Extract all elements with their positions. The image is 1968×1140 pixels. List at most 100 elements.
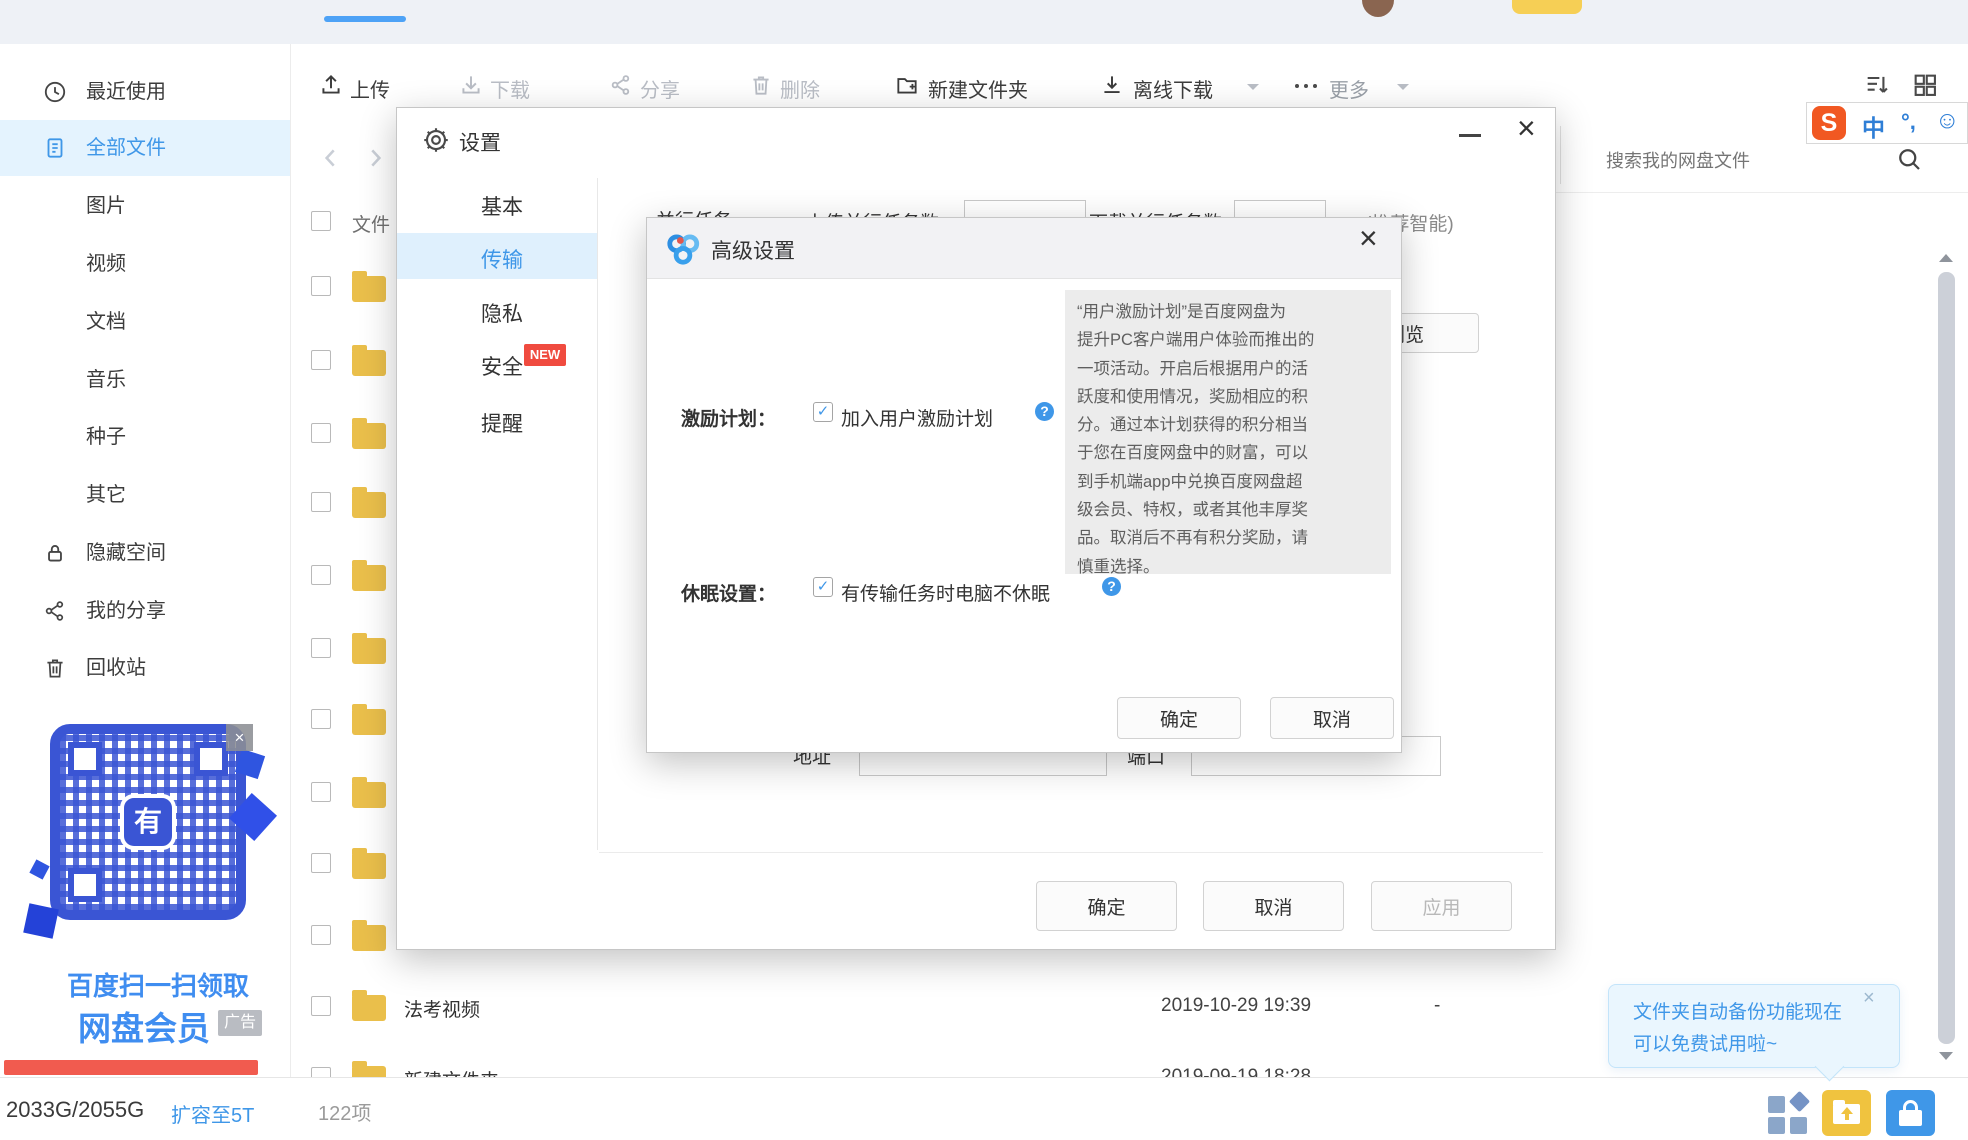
ime-lang-toggle[interactable]: 中 [1862,109,1885,143]
upload-label: 上传 [350,80,390,102]
incentive-checkbox[interactable] [813,402,833,422]
sidebar-item-my-shares[interactable]: 我的分享 [0,594,290,628]
settings-cancel-button[interactable]: 取消 [1203,881,1344,931]
sidebar-item-torrents[interactable]: 种子 [0,420,290,454]
toast-close-icon[interactable]: × [1863,987,1875,1010]
settings-apply-button[interactable]: 应用 [1371,881,1512,931]
sogou-icon[interactable]: S [1812,106,1846,140]
folder-icon [352,920,386,951]
row-checkbox[interactable] [311,638,331,658]
file-row[interactable] [311,633,391,665]
row-checkbox[interactable] [311,996,331,1016]
scrollbar-thumb[interactable] [1938,272,1955,1044]
sidebar-item-recycle-bin[interactable]: 回收站 [0,651,290,685]
row-checkbox[interactable] [311,492,331,512]
new-folder-button[interactable]: 新建文件夹 [894,72,1054,102]
forward-icon[interactable] [362,144,388,172]
grid-view-icon[interactable] [1911,71,1939,99]
sidebar-item-all-files[interactable]: 全部文件 [0,131,290,165]
row-checkbox[interactable] [311,853,331,873]
file-name[interactable]: 法考视频 [404,995,480,1022]
sidebar-item-hidden-space[interactable]: 隐藏空间 [0,536,290,570]
row-checkbox[interactable] [311,423,331,443]
ad-caption-1: 百度扫一扫领取 [66,971,249,1001]
row-checkbox[interactable] [311,709,331,729]
upload-button[interactable]: 上传 [318,72,428,102]
sidebar-item-videos[interactable]: 视频 [0,247,290,281]
row-checkbox[interactable] [311,350,331,370]
ad-close-icon[interactable]: × [226,724,253,751]
file-row[interactable] [311,777,391,809]
item-count: 122项 [318,1103,372,1125]
sidebar-item-label: 我的分享 [86,600,166,622]
sidebar-item-documents[interactable]: 文档 [0,305,290,339]
question-icon[interactable] [1035,402,1054,421]
offline-download-icon [1099,72,1125,98]
storage-used: 2033G/2055G [6,1097,145,1122]
row-checkbox[interactable] [311,782,331,802]
sidebar-item-pictures[interactable]: 图片 [0,189,290,223]
file-row[interactable]: 法考视频 2019-10-29 19:39 - [311,990,1641,1024]
row-checkbox[interactable] [311,565,331,585]
download-button[interactable]: 下载 [458,72,568,102]
offline-download-button[interactable]: 离线下载 [1099,72,1269,102]
sleep-label: 休眠设置： [681,584,777,605]
sort-icon[interactable] [1863,71,1891,99]
ime-bar: S 中 °, ☺ [1806,102,1968,144]
sleep-checkbox[interactable] [813,577,833,597]
new-folder-label: 新建文件夹 [928,80,1028,102]
status-bar: 2033G/2055G 扩容至5T 122项 [0,1077,1968,1140]
lock-badge-button[interactable] [1886,1090,1935,1136]
question-icon[interactable] [1102,577,1121,596]
advanced-settings-dialog: 高级设置 × 激励计划： 加入用户激励计划 “用户激励计划”是百度网盘为 提升P… [646,217,1402,753]
minimize-icon[interactable] [1459,134,1481,137]
file-row[interactable] [311,345,391,377]
tab-transfer[interactable]: 传输 [481,244,523,274]
advanced-ok-button[interactable]: 确定 [1117,697,1241,739]
advanced-cancel-button[interactable]: 取消 [1270,697,1394,739]
download-icon [458,72,484,98]
sidebar-item-music[interactable]: 音乐 [0,363,290,397]
tab-security[interactable]: 安全 [481,351,523,381]
emoji-icon[interactable]: ☺ [1935,107,1960,135]
scroll-up-icon[interactable] [1939,254,1953,262]
storage-upgrade-link[interactable]: 扩容至5T [171,1099,254,1128]
settings-ok-button[interactable]: 确定 [1036,881,1177,931]
tiles-icon[interactable] [1768,1090,1812,1136]
file-date: 2019-10-29 19:39 [1161,995,1312,1016]
row-checkbox[interactable] [311,276,331,296]
file-row[interactable] [311,848,391,880]
offline-download-label: 离线下载 [1133,80,1213,102]
folder-icon [352,704,386,735]
row-checkbox[interactable] [311,925,331,945]
vip-button[interactable] [1512,0,1582,14]
scroll-down-icon[interactable] [1939,1052,1953,1060]
delete-button[interactable]: 删除 [748,72,858,102]
sidebar-item-others[interactable]: 其它 [0,478,290,512]
sidebar-item-label: 种子 [86,426,126,448]
search-divider [1560,126,1561,184]
file-row[interactable] [311,560,391,592]
cube-decoration [29,859,50,880]
incentive-tooltip: “用户激励计划”是百度网盘为 提升PC客户端用户体验而推出的 一项活动。开启后根… [1065,290,1391,576]
file-row[interactable] [311,920,391,952]
close-icon[interactable]: × [1359,220,1378,257]
file-row[interactable] [311,418,391,450]
tab-reminder[interactable]: 提醒 [481,408,523,438]
close-icon[interactable]: × [1517,110,1536,147]
qr-ad[interactable]: 有 × 百度扫一扫领取 网盘会员 广告 [23,722,278,1052]
file-row[interactable] [311,704,391,736]
file-row[interactable] [311,271,391,303]
file-row[interactable] [311,487,391,519]
tab-basic[interactable]: 基本 [481,191,523,221]
tab-privacy[interactable]: 隐私 [481,298,523,328]
more-button[interactable]: 更多 [1293,72,1423,102]
back-icon[interactable] [318,144,344,172]
backup-folder-button[interactable] [1822,1090,1871,1136]
search-icon[interactable] [1894,144,1924,174]
select-all-checkbox[interactable] [311,211,331,231]
share-button[interactable]: 分享 [608,72,718,102]
ime-punct-toggle[interactable]: °, [1901,109,1916,135]
search-input[interactable] [1604,144,1878,178]
sidebar-item-recent[interactable]: 最近使用 [0,75,290,109]
